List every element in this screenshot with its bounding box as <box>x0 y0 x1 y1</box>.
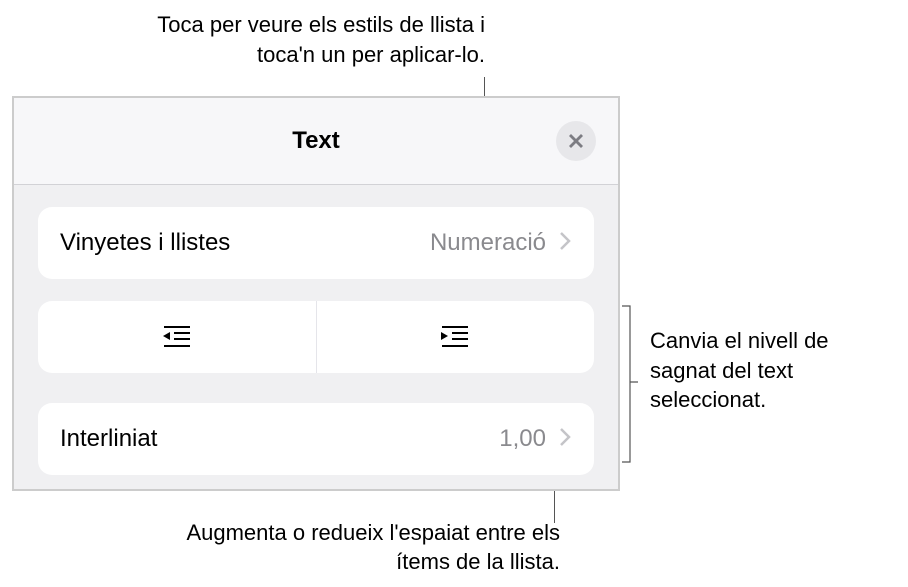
bullets-lists-label: Vinyetes i llistes <box>60 229 430 257</box>
outdent-button[interactable] <box>38 301 317 373</box>
callout-list-styles: Toca per veure els estils de llista i to… <box>105 10 485 69</box>
callout-indent-level: Canvia el nivell de sagnat del text sele… <box>650 326 890 415</box>
close-button[interactable] <box>556 121 596 161</box>
bullets-lists-row[interactable]: Vinyetes i llistes Numeració <box>38 207 594 279</box>
line-spacing-row[interactable]: Interliniat 1,00 <box>38 403 594 475</box>
indent-button[interactable] <box>317 301 595 373</box>
close-icon <box>567 132 585 150</box>
text-format-panel: Text Vinyetes i llistes Numeració <box>12 96 620 491</box>
bullets-lists-value: Numeració <box>430 229 546 257</box>
panel-title: Text <box>292 127 340 155</box>
callout-line-spacing: Augmenta o redueix l'espaiat entre els í… <box>185 518 560 577</box>
outdent-icon <box>160 324 194 350</box>
line-spacing-value: 1,00 <box>499 425 546 453</box>
leader-line <box>554 488 555 523</box>
panel-body: Vinyetes i llistes Numeració <box>14 185 618 475</box>
indent-controls <box>38 301 594 373</box>
chevron-right-icon <box>558 231 572 256</box>
indent-icon <box>438 324 472 350</box>
callout-bracket <box>620 304 640 464</box>
panel-header: Text <box>14 98 618 185</box>
chevron-right-icon <box>558 427 572 452</box>
line-spacing-label: Interliniat <box>60 425 499 453</box>
